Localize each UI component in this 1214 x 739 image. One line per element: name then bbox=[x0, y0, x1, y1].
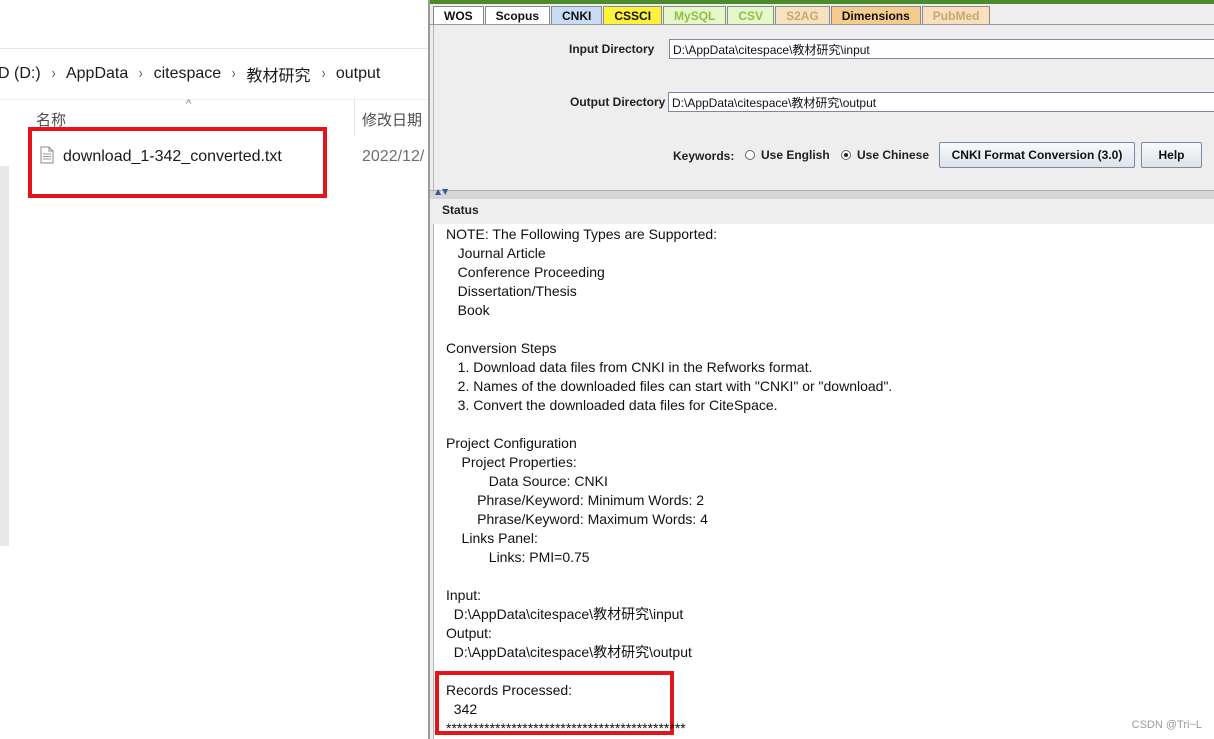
cnki-format-conversion-button[interactable]: CNKI Format Conversion (3.0) bbox=[939, 142, 1135, 168]
radio-use-english[interactable]: Use English bbox=[745, 148, 830, 162]
navigation-pane-scrollbar[interactable] bbox=[0, 166, 9, 546]
highlight-box-file bbox=[28, 127, 327, 198]
tab-pubmed[interactable]: PubMed bbox=[921, 6, 991, 24]
keywords-label: Keywords: bbox=[673, 149, 735, 163]
status-line: Phrase/Keyword: Maximum Words: 4 bbox=[446, 511, 708, 527]
breadcrumb: D (D:) › AppData › citespace › 教材研究 › output bbox=[0, 48, 432, 100]
split-pane-divider[interactable]: ▲▼ bbox=[430, 187, 1214, 199]
radio-selected-icon bbox=[841, 150, 851, 160]
status-line: Dissertation/Thesis bbox=[446, 283, 577, 299]
radio-use-chinese-label: Use Chinese bbox=[857, 148, 930, 162]
radio-use-chinese[interactable]: Use Chinese bbox=[841, 148, 929, 162]
collapse-arrows-icon[interactable]: ▲▼ bbox=[435, 187, 449, 196]
conversion-config: Input Directory D:\AppData\citespace\教材研… bbox=[433, 25, 1214, 190]
status-line: ****************************************… bbox=[446, 720, 686, 736]
status-line: Links Panel: bbox=[446, 530, 538, 546]
tab-csv[interactable]: CSV bbox=[727, 6, 775, 24]
input-directory-label: Input Directory bbox=[569, 42, 655, 56]
tab-cssci[interactable]: CSSCI bbox=[603, 6, 663, 24]
help-button[interactable]: Help bbox=[1141, 142, 1202, 168]
tab-dimensions[interactable]: Dimensions bbox=[830, 6, 921, 24]
breadcrumb-item[interactable]: D (D:) bbox=[0, 65, 47, 83]
input-directory-field[interactable]: D:\AppData\citespace\教材研究\input bbox=[669, 39, 1214, 59]
radio-unselected-icon bbox=[745, 150, 755, 160]
status-line: Input: bbox=[446, 587, 482, 603]
tab-mysql[interactable]: MySQL bbox=[663, 6, 727, 24]
status-line: Conference Proceeding bbox=[446, 264, 605, 280]
status-line: Links: PMI=0.75 bbox=[446, 549, 590, 565]
status-line: D:\AppData\citespace\教材研究\input bbox=[446, 606, 684, 622]
status-log[interactable]: NOTE: The Following Types are Supported:… bbox=[433, 224, 1214, 739]
radio-use-english-label: Use English bbox=[761, 148, 830, 162]
status-line: 3. Convert the downloaded data files for… bbox=[446, 397, 778, 413]
window-top-border bbox=[430, 0, 1214, 4]
file-modified-date: 2022/12/ bbox=[362, 148, 425, 165]
status-title: Status bbox=[442, 203, 479, 217]
status-line: Data Source: CNKI bbox=[446, 473, 608, 489]
tab-s2ag[interactable]: S2AG bbox=[775, 6, 830, 24]
status-line: Records Processed: bbox=[446, 682, 573, 698]
status-line: 342 bbox=[446, 701, 478, 717]
status-line: Journal Article bbox=[446, 245, 546, 261]
watermark: CSDN @Tri~L bbox=[1131, 719, 1202, 731]
output-directory-field[interactable]: D:\AppData\citespace\教材研究\output bbox=[668, 92, 1214, 112]
breadcrumb-item[interactable]: 教材研究 bbox=[241, 62, 317, 86]
status-line: 1. Download data files from CNKI in the … bbox=[446, 359, 813, 375]
tab-wos[interactable]: WOS bbox=[433, 6, 484, 24]
status-line: 2. Names of the downloaded files can sta… bbox=[446, 378, 893, 394]
status-line: NOTE: The Following Types are Supported: bbox=[446, 226, 718, 242]
chevron-right-icon[interactable]: › bbox=[49, 65, 58, 83]
breadcrumb-item[interactable]: AppData bbox=[60, 65, 134, 83]
chevron-right-icon[interactable]: › bbox=[319, 65, 328, 83]
status-line: Conversion Steps bbox=[446, 340, 557, 356]
chevron-right-icon[interactable]: › bbox=[229, 65, 238, 83]
file-explorer-window: D (D:) › AppData › citespace › 教材研究 › output ^ 名… bbox=[0, 0, 432, 739]
citespace-converter-panel: WOS Scopus CNKI CSSCI MySQL CSV S2AG Dimensions… bbox=[428, 0, 1214, 739]
tab-scopus[interactable]: Scopus bbox=[484, 6, 551, 24]
status-line: Phrase/Keyword: Minimum Words: 2 bbox=[446, 492, 705, 508]
status-line: Book bbox=[446, 302, 490, 318]
status-line: D:\AppData\citespace\教材研究\output bbox=[446, 644, 692, 660]
output-directory-label: Output Directory bbox=[570, 95, 666, 109]
source-tabs: WOS Scopus CNKI CSSCI MySQL CSV S2AG Dimensions… bbox=[433, 6, 991, 25]
breadcrumb-item[interactable]: output bbox=[330, 65, 386, 83]
column-header-date[interactable]: 修改日期 bbox=[362, 109, 422, 130]
status-line: Output: bbox=[446, 625, 492, 641]
status-line: Project Properties: bbox=[446, 454, 577, 470]
chevron-right-icon[interactable]: › bbox=[136, 65, 145, 83]
breadcrumb-item[interactable]: citespace bbox=[148, 65, 228, 83]
column-divider[interactable] bbox=[354, 98, 355, 136]
tab-cnki[interactable]: CNKI bbox=[551, 6, 603, 24]
sort-up-icon[interactable]: ^ bbox=[186, 98, 191, 110]
status-line: Project Configuration bbox=[446, 435, 577, 451]
